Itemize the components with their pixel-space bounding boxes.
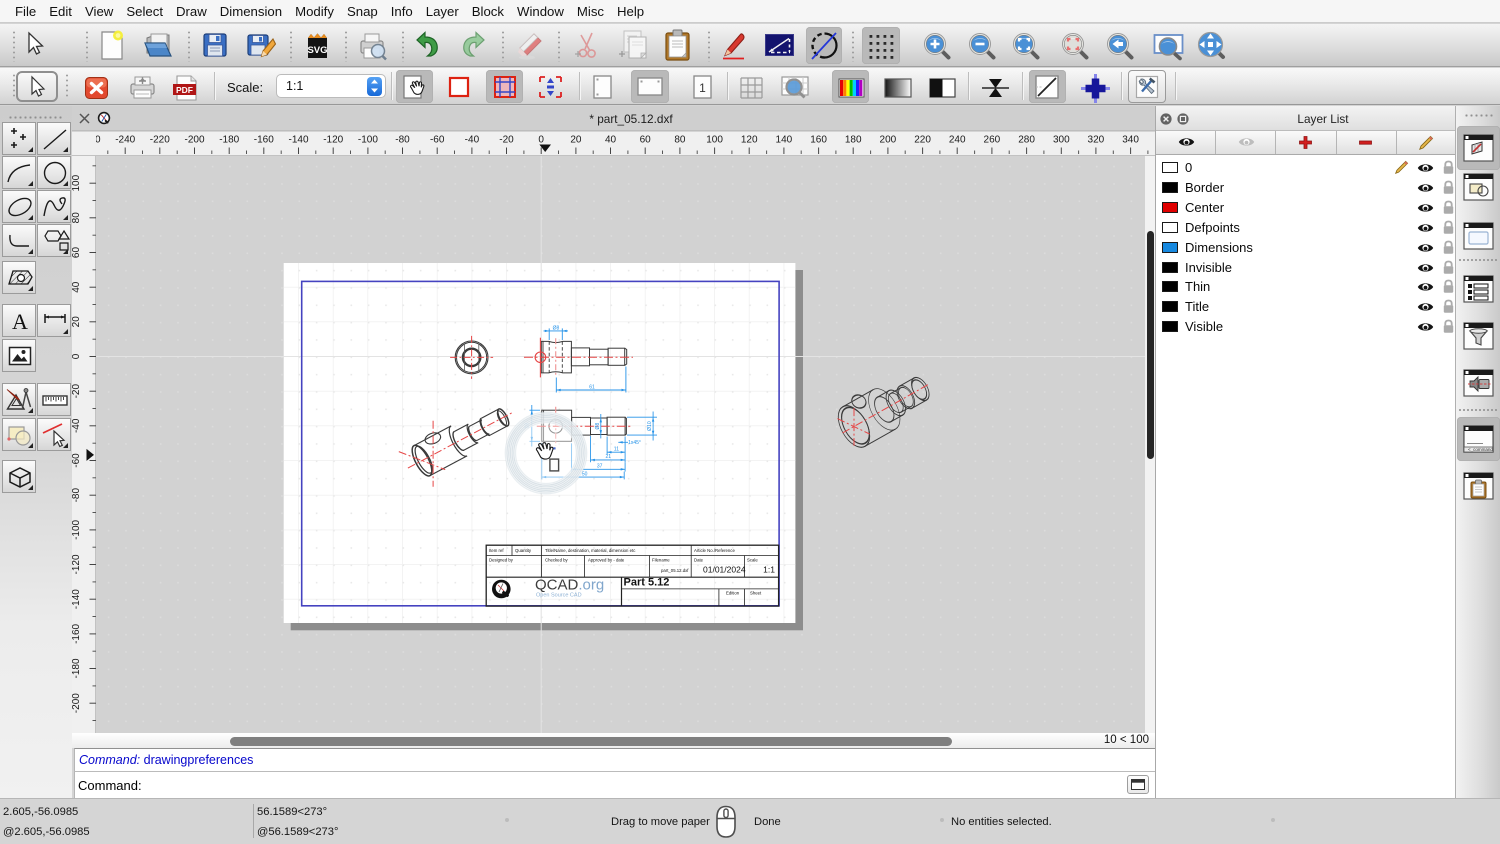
svg-text:-120: -120 [323, 135, 343, 146]
svg-text:80: 80 [674, 135, 686, 146]
svg-text:0: 0 [538, 135, 544, 146]
svg-text:Approved by - date: Approved by - date [588, 558, 625, 563]
svg-text:Title/Name, destination, mater: Title/Name, destination, material, dimen… [545, 548, 636, 553]
svg-text:200: 200 [880, 135, 897, 146]
svg-text:0: 0 [72, 353, 82, 359]
svg-text:Ø10: Ø10 [647, 421, 653, 431]
svg-text:Checked by: Checked by [545, 558, 569, 563]
svg-text:-60: -60 [72, 453, 82, 468]
svg-text:-20: -20 [72, 384, 82, 399]
svg-text:300: 300 [1053, 135, 1070, 146]
svg-text:21: 21 [606, 454, 612, 460]
svg-text:80: 80 [72, 212, 82, 224]
svg-text:100: 100 [706, 135, 723, 146]
svg-text:-80: -80 [395, 135, 410, 146]
svg-text:Date: Date [694, 558, 704, 563]
svg-text:Edition: Edition [726, 591, 740, 596]
svg-text:-140: -140 [288, 135, 308, 146]
svg-text:1: 1 [699, 81, 706, 95]
svg-text:-240: -240 [115, 135, 135, 146]
svg-text:60: 60 [72, 247, 82, 259]
svg-text:160: 160 [810, 135, 827, 146]
svg-text:-180: -180 [72, 658, 82, 678]
svg-text:1:1: 1:1 [763, 565, 775, 575]
svg-text:Article No./Reference: Article No./Reference [694, 548, 735, 553]
svg-text:280: 280 [1018, 135, 1035, 146]
svg-text:-260: -260 [96, 135, 101, 146]
svg-text:240: 240 [949, 135, 966, 146]
svg-text:220: 220 [914, 135, 931, 146]
svg-text:100: 100 [72, 174, 82, 191]
svg-text:-100: -100 [358, 135, 378, 146]
svg-text:-40: -40 [72, 418, 82, 433]
svg-text:-100: -100 [72, 519, 82, 539]
svg-text:60: 60 [640, 135, 652, 146]
svg-text:Filename: Filename [652, 558, 670, 563]
svg-text:320: 320 [1088, 135, 1105, 146]
svg-text:-180: -180 [219, 135, 239, 146]
svg-text:140: 140 [776, 135, 793, 146]
svg-text:Ø8: Ø8 [595, 423, 601, 430]
svg-text:180: 180 [845, 135, 862, 146]
svg-text:Part 5.12: Part 5.12 [624, 576, 670, 588]
svg-text:-160: -160 [254, 135, 274, 146]
svg-text:37: 37 [597, 464, 603, 470]
svg-text:-160: -160 [72, 623, 82, 643]
svg-text:Designed by: Designed by [489, 558, 514, 563]
svg-text:<_command: <_command [1468, 447, 1493, 452]
svg-text:-200: -200 [184, 135, 204, 146]
svg-text:Scale: Scale [747, 558, 758, 563]
svg-text:-40: -40 [465, 135, 480, 146]
svg-text:-20: -20 [499, 135, 514, 146]
svg-text:260: 260 [984, 135, 1001, 146]
svg-text:-220: -220 [150, 135, 170, 146]
svg-text:A: A [12, 309, 28, 334]
svg-text:Sheet: Sheet [750, 591, 762, 596]
svg-text:-80: -80 [72, 488, 82, 503]
svg-text:-120: -120 [72, 554, 82, 574]
svg-text:50: 50 [582, 471, 588, 477]
svg-text:QCAD.org: QCAD.org [535, 577, 604, 594]
svg-text:1x45°: 1x45° [628, 440, 641, 446]
svg-text:61: 61 [589, 384, 595, 390]
svg-text:40: 40 [72, 281, 82, 293]
svg-text:-140: -140 [72, 589, 82, 609]
svg-text:Quantity: Quantity [515, 548, 532, 553]
svg-text:-200: -200 [72, 693, 82, 713]
svg-text:20: 20 [570, 135, 582, 146]
svg-text:20: 20 [72, 316, 82, 328]
svg-text:120: 120 [741, 135, 758, 146]
svg-text:01/01/2024: 01/01/2024 [703, 565, 746, 575]
svg-text:part_05.12.dxf: part_05.12.dxf [661, 568, 689, 573]
svg-text:Ø8: Ø8 [553, 325, 560, 331]
svg-text:-60: -60 [430, 135, 445, 146]
svg-text:Item ref: Item ref [489, 548, 504, 553]
svg-text:11: 11 [614, 447, 619, 453]
svg-text:Open Source CAD: Open Source CAD [536, 593, 582, 599]
svg-text:PDF: PDF [176, 85, 193, 95]
svg-text:340: 340 [1122, 135, 1139, 146]
svg-text:40: 40 [605, 135, 617, 146]
